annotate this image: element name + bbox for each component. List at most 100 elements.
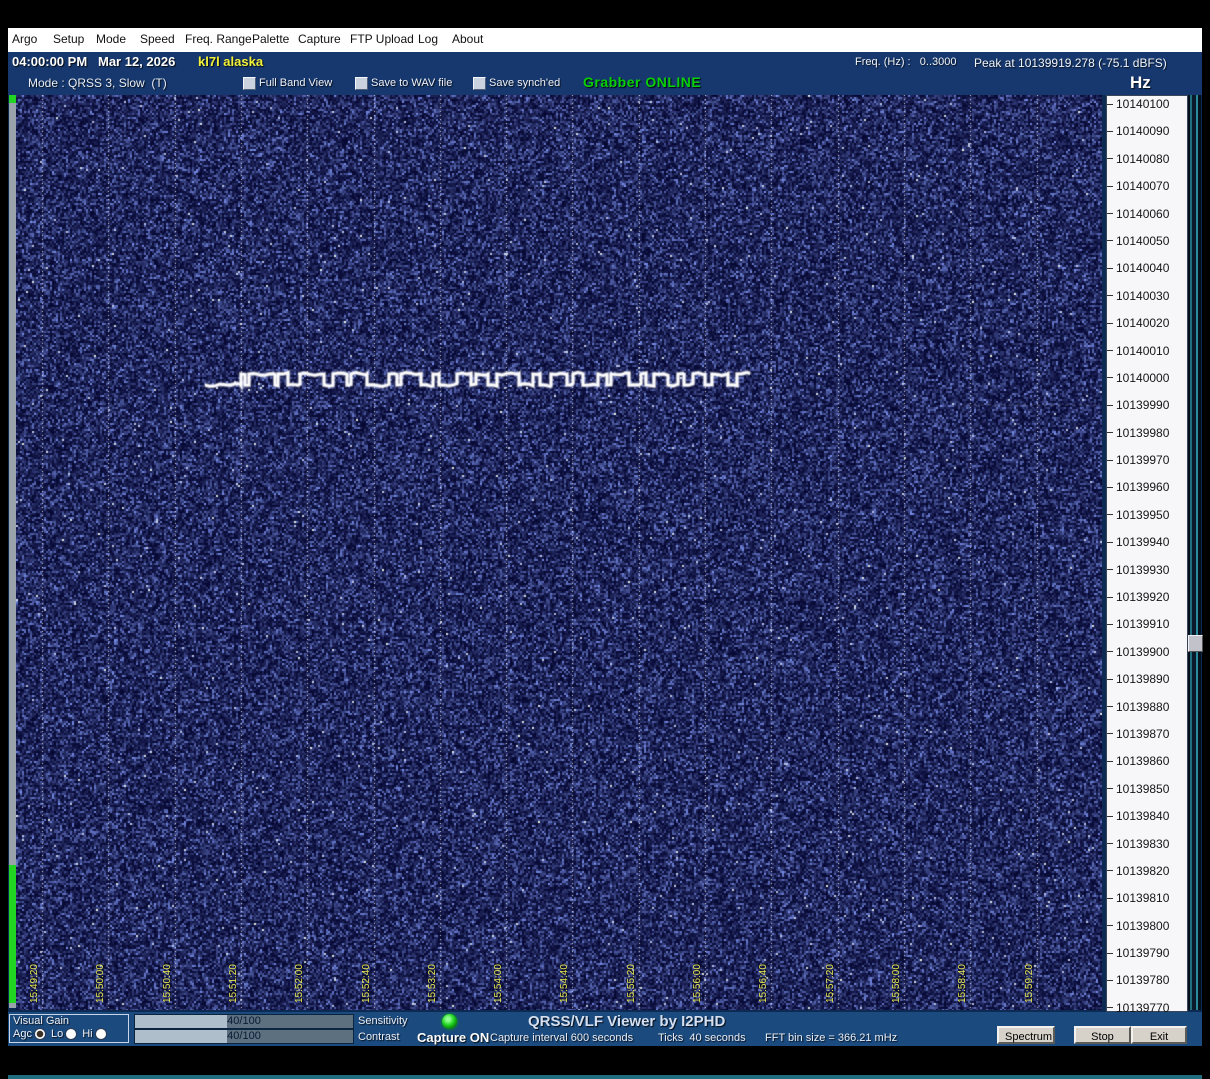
menu-item-mode[interactable]: Mode xyxy=(96,32,126,46)
freq-tick-mark xyxy=(1107,870,1113,871)
freq-value: 10140070 xyxy=(1116,179,1169,193)
freq-value: 10140080 xyxy=(1116,152,1169,166)
freq-value: 10140100 xyxy=(1116,97,1169,111)
callsign-label: kl7l alaska xyxy=(198,54,263,69)
freq-scale-label: 10139970 xyxy=(1107,453,1187,467)
menu-item-about[interactable]: About xyxy=(452,32,483,46)
freq-tick-mark xyxy=(1107,980,1113,981)
mode-status: Mode : QRSS 3, Slow (T) xyxy=(28,76,167,90)
freq-tick-mark xyxy=(1107,268,1113,269)
freq-value: 10139910 xyxy=(1116,617,1169,631)
freq-tick-mark xyxy=(1107,295,1113,296)
clock-date: 04:00:00 PM Mar 12, 2026 xyxy=(12,54,175,69)
freq-scale-label: 10140080 xyxy=(1107,152,1187,166)
freq-tick-mark xyxy=(1107,350,1113,351)
radio-lo[interactable]: Lo xyxy=(51,1028,76,1040)
freq-value: 10139990 xyxy=(1116,398,1169,412)
spectrum-button[interactable]: Spectrum xyxy=(997,1026,1055,1044)
freq-tick-mark xyxy=(1107,432,1113,433)
radio-agc-icon[interactable] xyxy=(35,1029,45,1039)
sensitivity-value: 40/100 xyxy=(135,1015,353,1028)
freq-tick-mark xyxy=(1107,186,1113,187)
fft-bin-info: FFT bin size = 366.21 mHz xyxy=(765,1032,897,1044)
sensitivity-label: Sensitivity xyxy=(358,1015,408,1027)
freq-tick-mark xyxy=(1107,624,1113,625)
freq-scale-label: 10139910 xyxy=(1107,617,1187,631)
freq-tick-mark xyxy=(1107,131,1113,132)
checkbox-full-band-view[interactable] xyxy=(243,77,256,90)
menu-item-freq-range[interactable]: Freq. Range xyxy=(185,32,252,46)
freq-scale-label: 10140030 xyxy=(1107,289,1187,303)
radio-hi-icon[interactable] xyxy=(96,1029,106,1039)
freq-scale-label: 10140020 xyxy=(1107,316,1187,330)
freq-tick-mark xyxy=(1107,651,1113,652)
stop-button[interactable]: Stop xyxy=(1074,1026,1131,1044)
freq-tick-mark xyxy=(1107,240,1113,241)
menu-item-speed[interactable]: Speed xyxy=(140,32,175,46)
freq-value: 10139960 xyxy=(1116,480,1169,494)
freq-value: 10139940 xyxy=(1116,535,1169,549)
freq-scale-label: 10139980 xyxy=(1107,426,1187,440)
app-title: QRSS/VLF Viewer by I2PHD xyxy=(528,1013,725,1030)
freq-scale-label: 10139930 xyxy=(1107,563,1187,577)
freq-scale-label: 10139790 xyxy=(1107,946,1187,960)
freq-value: 10139980 xyxy=(1116,426,1169,440)
freq-value: 10139780 xyxy=(1116,973,1169,987)
waterfall-spectrogram[interactable] xyxy=(16,95,1102,1010)
radio-hi[interactable]: Hi xyxy=(82,1028,105,1040)
freq-scale-label: 10139830 xyxy=(1107,837,1187,851)
freq-scale-label: 10139900 xyxy=(1107,645,1187,659)
radio-label: Hi xyxy=(82,1028,92,1040)
freq-scale-label: 10140040 xyxy=(1107,261,1187,275)
sensitivity-slider[interactable]: 40/100 xyxy=(134,1014,354,1029)
freq-value: 10139880 xyxy=(1116,700,1169,714)
contrast-label: Contrast xyxy=(358,1031,400,1043)
freq-value: 10140050 xyxy=(1116,234,1169,248)
freq-scale-label: 10139950 xyxy=(1107,508,1187,522)
radio-agc[interactable]: Agc xyxy=(13,1028,45,1040)
freq-value: 10139890 xyxy=(1116,672,1169,686)
checkbox-save-to-wav-file[interactable] xyxy=(355,77,368,90)
freq-value: 10139860 xyxy=(1116,754,1169,768)
freq-value: 10140040 xyxy=(1116,261,1169,275)
frequency-scrollbar[interactable] xyxy=(1188,95,1201,1010)
menu-item-log[interactable]: Log xyxy=(418,32,438,46)
freq-tick-mark xyxy=(1107,460,1113,461)
freq-scale-label: 10139890 xyxy=(1107,672,1187,686)
radio-label: Lo xyxy=(51,1028,63,1040)
freq-scale-label: 10140050 xyxy=(1107,234,1187,248)
freq-scale-label: 10139850 xyxy=(1107,782,1187,796)
menu-item-argo[interactable]: Argo xyxy=(12,32,37,46)
capture-progress-fill xyxy=(9,865,16,1003)
exit-button[interactable]: Exit xyxy=(1131,1026,1187,1044)
freq-scale-label: 10139960 xyxy=(1107,480,1187,494)
freq-tick-mark xyxy=(1107,323,1113,324)
contrast-slider[interactable]: 40/100 xyxy=(134,1029,354,1044)
menu-item-palette[interactable]: Palette xyxy=(252,32,289,46)
checkbox-save-synch-ed[interactable] xyxy=(473,77,486,90)
freq-scale-label: 10139840 xyxy=(1107,809,1187,823)
freq-scale-label: 10140010 xyxy=(1107,344,1187,358)
radio-label: Agc xyxy=(13,1028,32,1040)
freq-tick-mark xyxy=(1107,514,1113,515)
ticks-info: Ticks 40 seconds xyxy=(658,1032,746,1044)
freq-tick-mark xyxy=(1107,104,1113,105)
freq-tick-mark xyxy=(1107,706,1113,707)
freq-value: 10140090 xyxy=(1116,124,1169,138)
freq-scale-label: 10140070 xyxy=(1107,179,1187,193)
capture-status: Capture ON xyxy=(417,1030,489,1045)
menu-item-capture[interactable]: Capture xyxy=(298,32,341,46)
freq-tick-mark xyxy=(1107,597,1113,598)
frequency-scrollbar-thumb[interactable] xyxy=(1188,635,1203,652)
checkbox-label: Full Band View xyxy=(259,77,332,89)
freq-value: 10140000 xyxy=(1116,371,1169,385)
freq-value: 10139840 xyxy=(1116,809,1169,823)
menu-item-setup[interactable]: Setup xyxy=(53,32,84,46)
main-area: 15:49:20 15:50:00 15:50:40 15:51:20 15:52:00… xyxy=(8,95,1202,1010)
menu-item-ftp-upload[interactable]: FTP Upload xyxy=(350,32,414,46)
freq-scale-label: 10139820 xyxy=(1107,864,1187,878)
radio-lo-icon[interactable] xyxy=(66,1029,76,1039)
freq-scale-label: 10139780 xyxy=(1107,973,1187,987)
screen: { "menu": { "items": ["Argo", "Setup", "… xyxy=(0,0,1210,1057)
freq-value: 10139790 xyxy=(1116,946,1169,960)
